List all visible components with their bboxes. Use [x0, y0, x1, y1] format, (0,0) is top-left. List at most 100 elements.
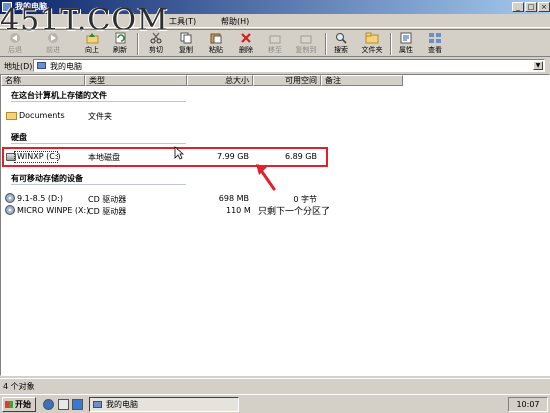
views-label: 查看 [428, 46, 442, 54]
group-divider [11, 101, 186, 102]
folder-up-icon [85, 32, 99, 44]
ie-icon[interactable] [43, 399, 54, 410]
group-divider [11, 143, 186, 144]
clipboard-icon [209, 32, 223, 44]
dropdown-arrow-icon[interactable]: ▼ [533, 61, 543, 70]
refresh-button[interactable]: 刷新 [107, 32, 133, 56]
close-button[interactable]: × [538, 2, 550, 12]
group-title-hdd: 硬盘 [11, 133, 27, 142]
item-type: 本地磁盘 [88, 153, 120, 162]
menu-help[interactable]: 帮助(H) [221, 16, 249, 27]
folder-icon [6, 112, 17, 120]
address-field[interactable]: 我的电脑 ▼ [33, 59, 545, 72]
refresh-icon [113, 32, 127, 44]
back-label: 后退 [8, 46, 22, 54]
column-header-name[interactable]: 名称 [1, 75, 85, 86]
start-button[interactable]: 开始 [2, 397, 36, 412]
views-icon [428, 32, 442, 44]
forward-label: 前进 [46, 46, 60, 54]
paste-label: 粘贴 [209, 46, 223, 54]
address-value: 我的电脑 [50, 62, 82, 71]
paste-button[interactable]: 粘贴 [203, 32, 229, 56]
column-header-total[interactable]: 总大小 [187, 75, 253, 86]
toolbar-separator [137, 33, 139, 55]
item-total: 698 MB [218, 194, 249, 203]
delete-x-icon [239, 32, 253, 44]
delete-label: 删除 [239, 46, 253, 54]
group-title-removable: 有可移动存储的设备 [11, 174, 83, 183]
forward-arrow-icon [46, 32, 60, 44]
copy-to-label: 复制到 [295, 46, 317, 54]
copy-icon [179, 32, 193, 44]
maximize-button[interactable]: □ [525, 2, 537, 12]
scissors-icon [149, 32, 163, 44]
item-total: 7.99 GB [216, 152, 249, 161]
move-to-button[interactable]: 移至 [262, 32, 288, 56]
item-name: MICRO WINPE (X:) [17, 206, 90, 215]
my-computer-icon [93, 401, 102, 408]
cut-button[interactable]: 剪切 [143, 32, 169, 56]
status-text: 4 个对象 [3, 382, 35, 391]
start-label: 开始 [15, 400, 31, 409]
delete-button[interactable]: 删除 [233, 32, 259, 56]
refresh-label: 刷新 [113, 46, 127, 54]
taskbar: 开始 我的电脑 10:07 [0, 394, 550, 413]
column-header-free[interactable]: 可用空间 [253, 75, 321, 86]
address-label: 地址(D) [4, 62, 33, 71]
taskbar-item-my-computer[interactable]: 我的电脑 [89, 397, 239, 412]
toolbar: 后退 前进 向上 刷新 剪切 复制 粘贴 删除 移至 复制到 搜索 文件夹 属性… [0, 29, 550, 57]
move-to-label: 移至 [268, 46, 282, 54]
cd-drive-icon [5, 193, 15, 203]
column-header-comments[interactable]: 备注 [321, 75, 403, 86]
cd-drive-icon [5, 205, 15, 215]
status-bar: 4 个对象 [0, 378, 550, 392]
cut-label: 剪切 [149, 46, 163, 54]
folders-label: 文件夹 [361, 46, 383, 54]
group-title-stored: 在这台计算机上存储的文件 [11, 91, 107, 100]
item-name: WINXP (C:) [17, 152, 61, 161]
item-name: 9.1-8.5 (D:) [17, 194, 63, 203]
toolbar-separator [390, 33, 392, 55]
item-type: CD 驱动器 [88, 207, 127, 216]
copy-to-button[interactable]: 复制到 [293, 32, 319, 56]
windows-logo-icon [5, 401, 13, 408]
column-header-type[interactable]: 类型 [85, 75, 187, 86]
search-label: 搜索 [334, 46, 348, 54]
system-tray: 10:07 [508, 397, 548, 412]
up-label: 向上 [85, 46, 99, 54]
minimize-button[interactable]: _ [512, 2, 524, 12]
item-type: 文件夹 [88, 112, 112, 121]
explorer-icon[interactable] [58, 399, 69, 410]
group-divider [11, 184, 186, 185]
annotation-text: 只剩下一个分区了 [258, 207, 331, 217]
properties-icon [399, 32, 413, 44]
desktop-icon[interactable] [72, 399, 83, 410]
mouse-cursor-icon [174, 146, 184, 160]
search-button[interactable]: 搜索 [328, 32, 354, 56]
properties-button[interactable]: 属性 [393, 32, 419, 56]
taskbar-item-label: 我的电脑 [106, 400, 138, 409]
item-type: CD 驱动器 [88, 195, 127, 204]
views-button[interactable]: 查看 [422, 32, 448, 56]
copy-button[interactable]: 复制 [173, 32, 199, 56]
item-name: Documents [19, 111, 65, 120]
search-icon [334, 32, 348, 44]
forward-button[interactable]: 前进 [40, 32, 66, 56]
menu-tools[interactable]: 工具(T) [169, 16, 196, 27]
folders-button[interactable]: 文件夹 [357, 32, 387, 56]
my-computer-icon [37, 62, 46, 69]
toolbar-separator [325, 33, 327, 55]
back-arrow-icon [8, 32, 22, 44]
copy-label: 复制 [179, 46, 193, 54]
item-total: 110 M [226, 206, 251, 215]
move-to-icon [268, 32, 282, 44]
copy-to-icon [299, 32, 313, 44]
red-arrow-icon [256, 164, 276, 191]
folder-icon [365, 32, 379, 44]
clock: 10:07 [516, 400, 540, 409]
up-button[interactable]: 向上 [79, 32, 105, 56]
back-button[interactable]: 后退 [2, 32, 28, 56]
properties-label: 属性 [399, 46, 413, 54]
address-bar: 地址(D) 我的电脑 ▼ [0, 58, 550, 73]
item-free: 6.89 GB [284, 152, 317, 161]
